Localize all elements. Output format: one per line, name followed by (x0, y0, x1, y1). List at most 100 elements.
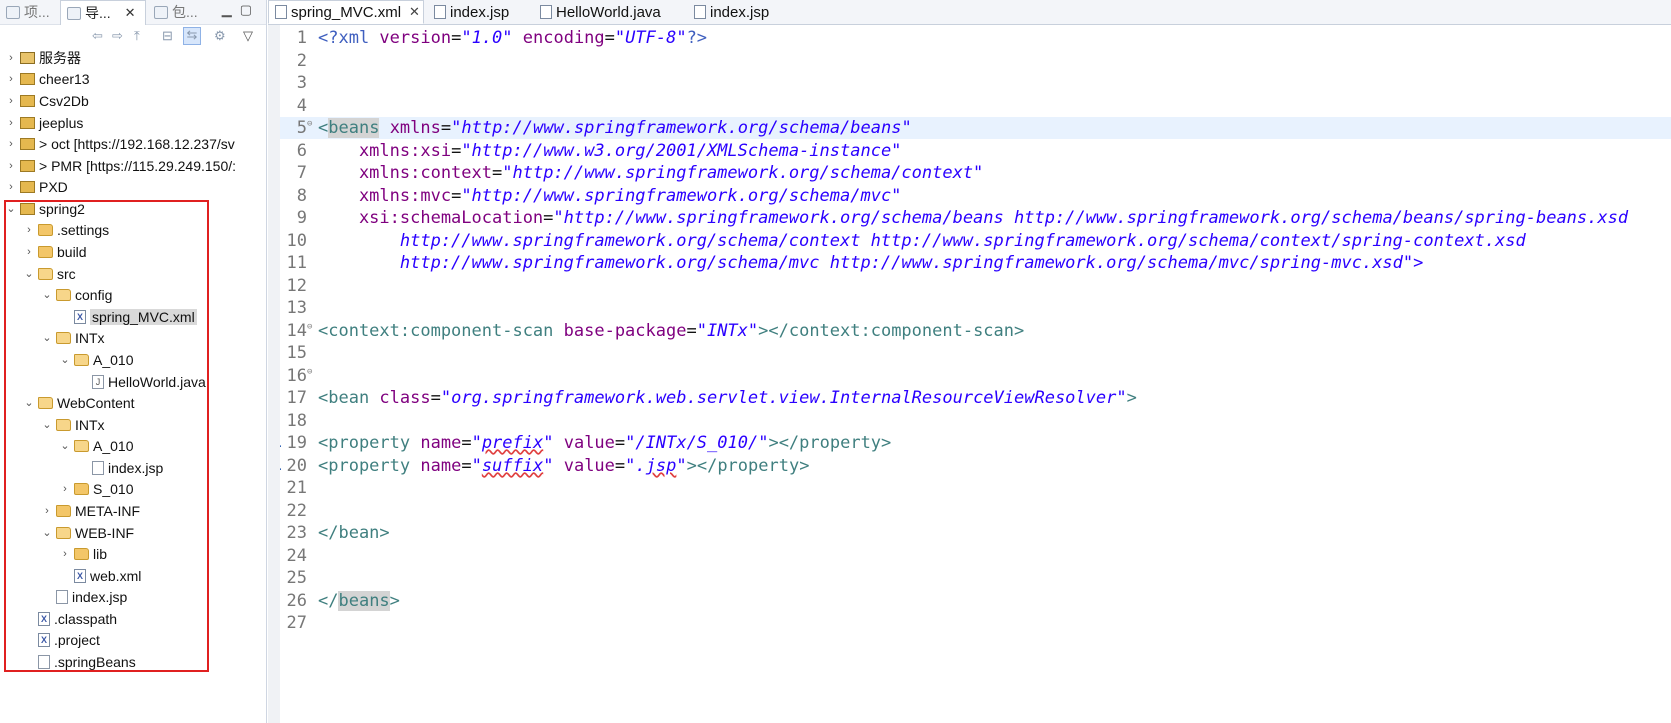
collapsed-chevron-icon[interactable]: › (4, 117, 18, 129)
tab-label: 包... (172, 4, 198, 20)
line-number: 9 (296, 208, 307, 228)
tree-item-label: cheer13 (39, 70, 90, 87)
tab-index-jsp-2[interactable]: index.jsp (688, 0, 788, 24)
code-line: <context:component-scan base-package="IN… (318, 321, 1025, 341)
tab-label: index.jsp (450, 3, 510, 21)
line-number: 3 (296, 73, 307, 93)
tab-project-explorer[interactable]: 项... (0, 0, 58, 24)
project-icon (20, 72, 35, 85)
minimize-icon[interactable]: ▁ (222, 2, 240, 17)
collapsed-chevron-icon[interactable]: › (4, 181, 18, 193)
tree-item[interactable]: › 服务器 (0, 47, 266, 68)
collapsed-chevron-icon[interactable]: › (4, 52, 18, 64)
xml-file-icon (275, 5, 287, 19)
jsp-file-icon (434, 5, 446, 19)
tab-helloworld-java[interactable]: HelloWorld.java (534, 0, 684, 24)
line-number: 26 (286, 591, 307, 611)
editor-ruler (268, 25, 280, 723)
line-number: 1 (296, 28, 307, 48)
code-line: i<property name="prefix" value="/INTx/S_… (280, 432, 1671, 454)
jsp-file-icon (694, 5, 706, 19)
line-number: 19 (286, 433, 307, 453)
red-highlight-box (4, 200, 209, 672)
tree-item[interactable]: › > PMR [https://115.29.249.150/: (0, 155, 266, 176)
tree-item-label: Csv2Db (39, 92, 89, 109)
tab-navigator[interactable]: 导... ✕ (60, 0, 146, 25)
line-number: 25 (286, 568, 307, 588)
code-line: http://www.springframework.org/schema/mv… (318, 253, 1424, 273)
code-line: xmlns:mvc="http://www.springframework.or… (318, 186, 902, 206)
collapsed-chevron-icon[interactable]: › (4, 160, 18, 172)
tree-item[interactable]: › jeeplus (0, 112, 266, 133)
close-icon[interactable]: ✕ (409, 4, 420, 20)
collapsed-chevron-icon[interactable]: › (4, 138, 18, 150)
code-line-current: <beans xmlns="http://www.springframework… (280, 117, 1671, 139)
line-number: 13 (286, 298, 307, 318)
view-tab-bar: 项... 导... ✕ 包... ▁▢ (0, 0, 266, 25)
line-number: 8 (296, 186, 307, 206)
tree-item-label: > PMR [https://115.29.249.150/: (39, 157, 237, 174)
collapsed-chevron-icon[interactable]: › (4, 73, 18, 85)
tab-package-explorer[interactable]: 包... (148, 0, 208, 24)
project-icon (20, 137, 35, 150)
project-icon (20, 94, 35, 107)
line-number: 2 (296, 51, 307, 71)
line-number: 27 (286, 613, 307, 633)
collapse-all-icon[interactable]: ⊟ (162, 29, 173, 43)
package-explorer-panel: 项... 导... ✕ 包... ▁▢ ⇦ ⇨ ⤒ ⊟ ⇆ ⚙ ▽ › 服务器 › c… (0, 0, 267, 723)
xml-editor[interactable]: <?xml version="1.0" encoding="UTF-8"?> <… (280, 25, 1671, 723)
editor-tab-bar: spring_MVC.xml ✕ index.jsp HelloWorld.ja… (268, 0, 1671, 25)
package-icon (154, 5, 168, 19)
navigator-icon (67, 6, 81, 20)
tab-label: HelloWorld.java (556, 3, 661, 21)
tree-item-label: PXD (39, 178, 68, 195)
code-line: <?xml version="1.0" encoding="UTF-8"?> (318, 28, 708, 48)
forward-arrow-icon[interactable]: ⇨ (112, 29, 123, 43)
link-with-editor-icon[interactable]: ⇆ (183, 27, 201, 45)
code-line: xsi:schemaLocation="http://www.springfra… (318, 208, 1629, 228)
line-number: 15 (286, 343, 307, 363)
line-number: 6 (296, 141, 307, 161)
project-explorer-icon (6, 5, 20, 19)
line-number: 11 (286, 253, 307, 273)
tree-item[interactable]: › cheer13 (0, 68, 266, 89)
tab-index-jsp[interactable]: index.jsp (428, 0, 528, 24)
up-folder-icon[interactable]: ⤒ (134, 29, 140, 43)
code-line: http://www.springframework.org/schema/co… (318, 231, 1526, 251)
window-controls: ▁▢ (222, 2, 260, 18)
tab-label: spring_MVC.xml (291, 3, 402, 21)
tab-spring-mvc-xml[interactable]: spring_MVC.xml ✕ (268, 0, 424, 24)
line-number: 23 (286, 523, 307, 543)
line-number: 22 (286, 501, 307, 521)
line-number: 18 (286, 411, 307, 431)
tab-label: 项... (24, 4, 50, 20)
line-number: 5 (296, 118, 307, 138)
tree-item-label: 服务器 (39, 49, 81, 66)
code-line: <bean class="org.springframework.web.ser… (318, 388, 1137, 408)
line-number: 7 (296, 163, 307, 183)
line-number: 20 (286, 456, 307, 476)
code-line: </beans> (318, 591, 400, 611)
collapsed-chevron-icon[interactable]: › (4, 95, 18, 107)
back-arrow-icon[interactable]: ⇦ (92, 29, 103, 43)
line-number: 24 (286, 546, 307, 566)
tree-item[interactable]: › PXD (0, 176, 266, 197)
line-number: 10 (286, 231, 307, 251)
maximize-icon[interactable]: ▢ (240, 2, 260, 17)
code-line: </bean> (318, 523, 390, 543)
filter-icon[interactable]: ⚙ (214, 29, 226, 43)
line-number: 14 (286, 321, 307, 341)
tree-item[interactable]: › Csv2Db (0, 90, 266, 111)
project-icon (20, 159, 35, 172)
code-line: xmlns:xsi="http://www.w3.org/2001/XMLSch… (318, 141, 902, 161)
code-line: i<property name="suffix" value=".jsp"></… (280, 455, 1671, 477)
fold-collapse-icon[interactable]: ⊖ (307, 367, 312, 377)
java-file-icon (540, 5, 552, 19)
line-number: 12 (286, 276, 307, 296)
fold-collapse-icon[interactable]: ⊖ (307, 322, 312, 332)
view-menu-icon[interactable]: ▽ (243, 29, 253, 43)
tree-item[interactable]: › > oct [https://192.168.12.237/sv (0, 133, 266, 154)
line-number: 4 (296, 96, 307, 116)
fold-collapse-icon[interactable]: ⊖ (307, 119, 312, 129)
close-icon[interactable]: ✕ (125, 5, 136, 21)
